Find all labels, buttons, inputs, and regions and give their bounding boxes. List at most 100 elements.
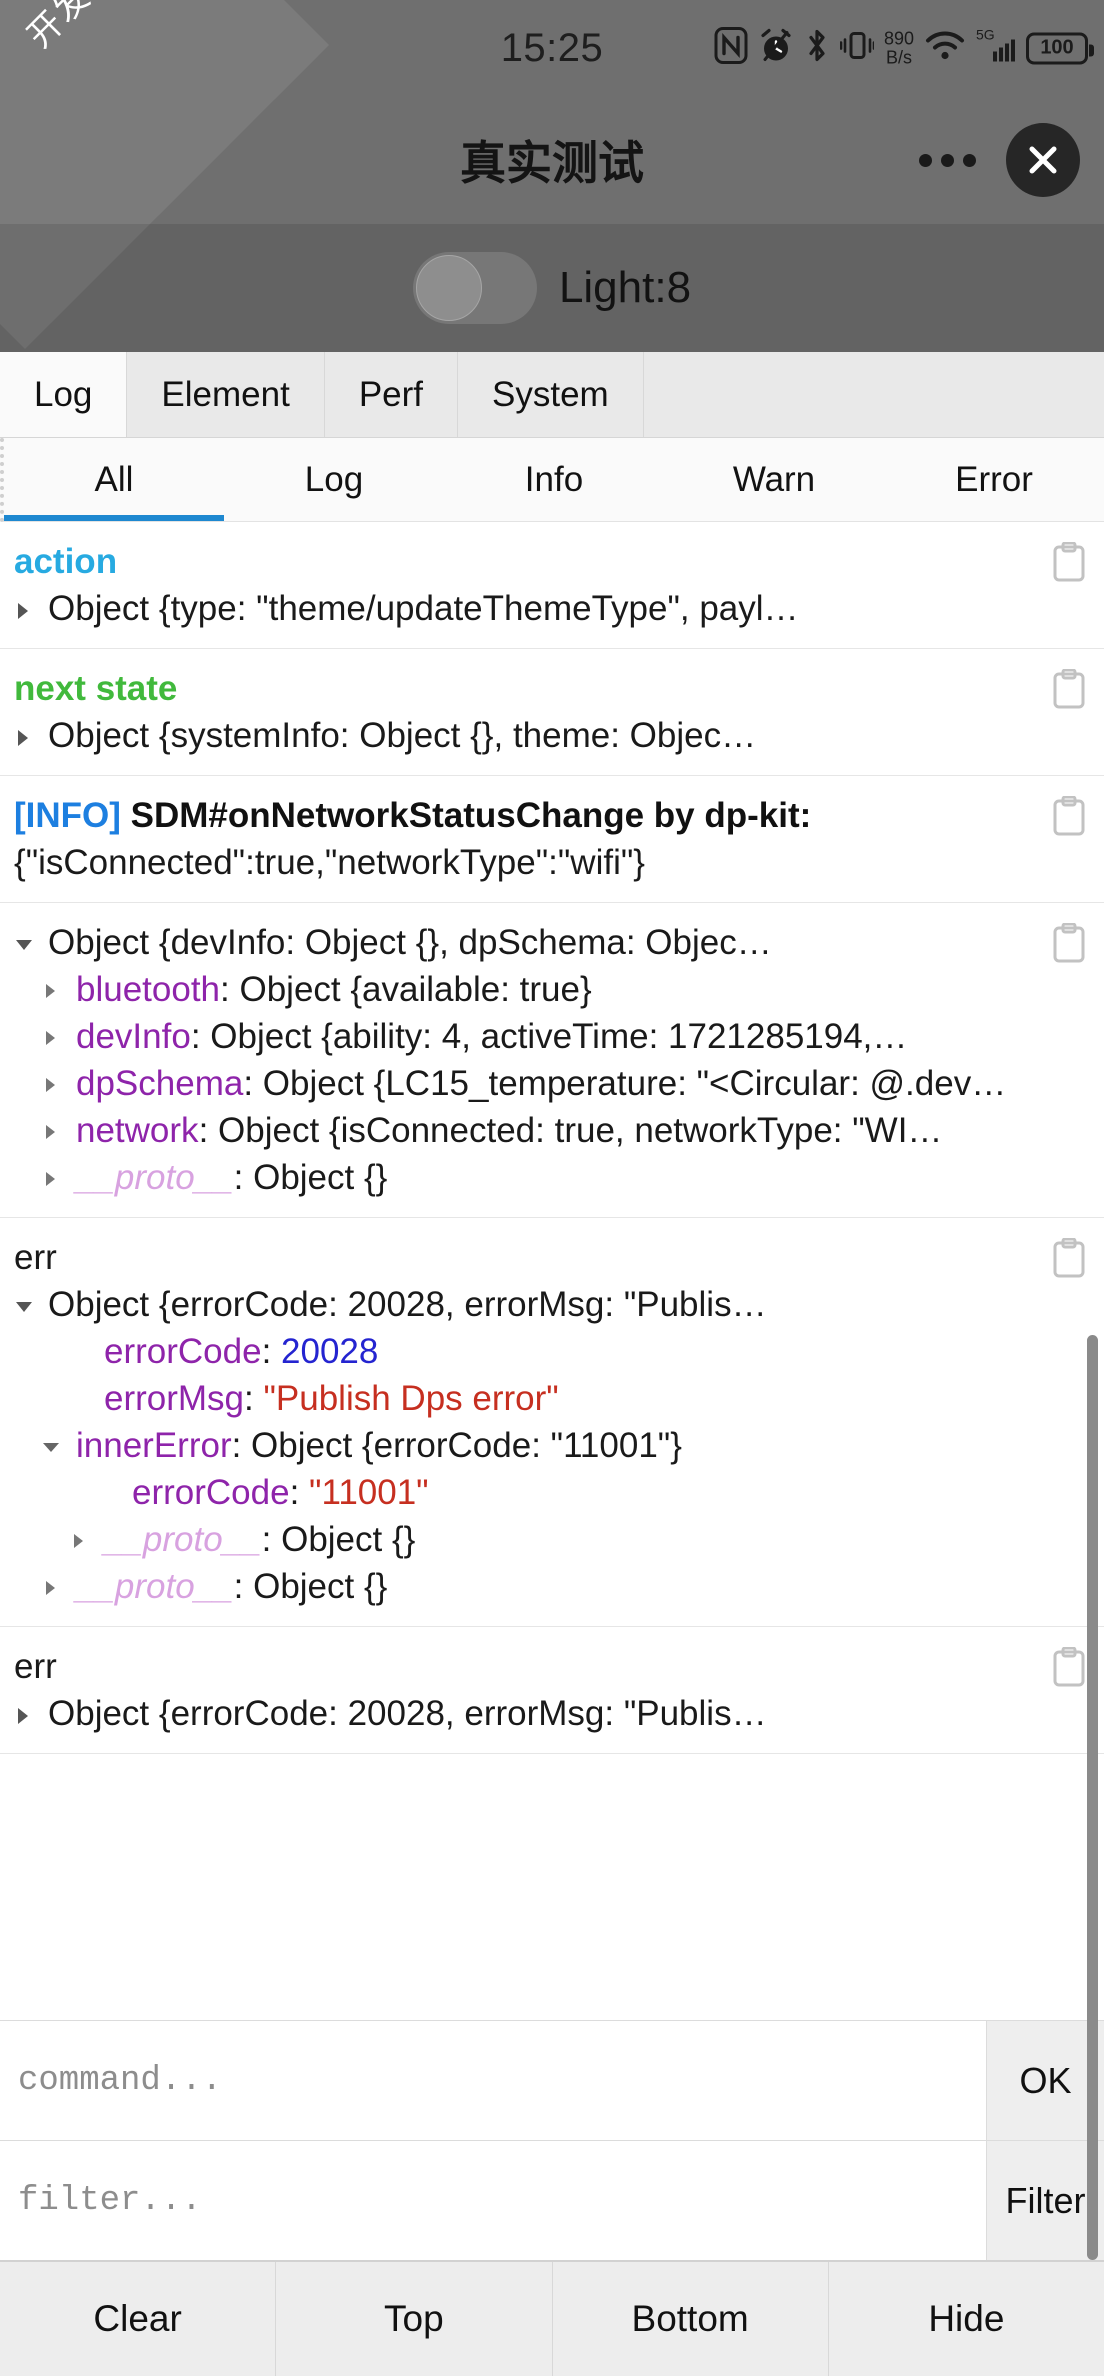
copy-clipboard-icon[interactable]	[1052, 668, 1086, 709]
tree-node-key: errorCode	[132, 1473, 290, 1512]
log-summary-row[interactable]: Object {errorCode: 20028, errorMsg: "Pub…	[14, 1690, 1030, 1737]
copy-clipboard-icon[interactable]	[1052, 541, 1086, 582]
tree-node[interactable]: devInfo: Object {ability: 4, activeTime:…	[14, 1013, 1030, 1060]
log-summary-row[interactable]: Object {devInfo: Object {}, dpSchema: Ob…	[14, 919, 1030, 966]
log-entry[interactable]: err Object {errorCode: 20028, errorMsg: …	[0, 1627, 1104, 1754]
expand-triangle-icon[interactable]	[42, 1579, 70, 1597]
collapse-triangle-icon[interactable]	[14, 1297, 42, 1317]
expand-triangle-icon[interactable]	[14, 601, 42, 621]
log-summary-text: Object {systemInfo: Object {}, theme: Ob…	[48, 716, 757, 755]
close-icon[interactable]	[1006, 123, 1080, 197]
command-input[interactable]	[0, 2021, 986, 2140]
filter-input[interactable]	[0, 2141, 986, 2260]
clear-button[interactable]: Clear	[0, 2262, 277, 2376]
tree-node-key: dpSchema	[76, 1064, 244, 1103]
tree-node[interactable]: __proto__: Object {}	[14, 1516, 1030, 1563]
info-log-line: [INFO] SDM#onNetworkStatusChange by dp-k…	[14, 792, 1030, 886]
level-tab-error[interactable]: Error	[884, 438, 1104, 521]
bottom-button[interactable]: Bottom	[553, 2262, 829, 2376]
bluetooth-icon	[804, 27, 830, 70]
expand-triangle-icon[interactable]	[42, 982, 70, 1000]
tree-node-value: "11001"	[309, 1473, 429, 1512]
log-entry[interactable]: Object {devInfo: Object {}, dpSchema: Ob…	[0, 903, 1104, 1218]
tab-element[interactable]: Element	[127, 352, 325, 437]
tree-node-value: : Object {}	[261, 1520, 416, 1559]
copy-clipboard-icon[interactable]	[1052, 1237, 1086, 1278]
tab-log[interactable]: Log	[0, 352, 128, 437]
filter-row: Filter	[0, 2140, 1104, 2260]
light-switch-toggle[interactable]	[412, 252, 537, 324]
info-message: SDM#onNetworkStatusChange by dp-kit:	[130, 796, 812, 835]
expand-triangle-icon[interactable]	[42, 1170, 70, 1188]
tree-node-key: __proto__	[104, 1520, 262, 1559]
log-summary-text: Object {type: "theme/updateThemeType", p…	[48, 589, 799, 628]
hide-button[interactable]: Hide	[829, 2262, 1104, 2376]
log-tag: action	[14, 542, 118, 581]
tree-node[interactable]: network: Object {isConnected: true, netw…	[14, 1107, 1030, 1154]
log-summary-text: Object {errorCode: 20028, errorMsg: "Pub…	[48, 1285, 767, 1324]
network-speed-icon: 890 B/s	[884, 29, 914, 67]
expand-triangle-icon[interactable]	[42, 1029, 70, 1047]
level-filter-bar: All Log Info Warn Error	[0, 438, 1104, 522]
collapse-triangle-icon[interactable]	[14, 935, 42, 955]
log-entry[interactable]: action Object {type: "theme/updateThemeT…	[0, 522, 1104, 649]
log-tag: err	[14, 1238, 57, 1277]
battery-icon: 100	[1026, 32, 1094, 64]
log-list[interactable]: action Object {type: "theme/updateThemeT…	[0, 522, 1104, 2020]
tree-node-separator: :	[289, 1473, 310, 1512]
panel-tab-bar: Log Element Perf System	[0, 352, 1104, 438]
network-speed-value: 890	[883, 28, 914, 48]
tree-node-key: __proto__	[76, 1158, 234, 1197]
expand-triangle-icon[interactable]	[42, 1076, 70, 1094]
tree-node[interactable]: bluetooth: Object {available: true}	[14, 966, 1030, 1013]
app-header: 开发版 15:25 890 B/s 5G 100 真实测试 Light:8	[0, 0, 1104, 352]
copy-clipboard-icon[interactable]	[1052, 795, 1086, 836]
log-entry[interactable]: next state Object {systemInfo: Object {}…	[0, 649, 1104, 776]
log-tag: next state	[14, 669, 178, 708]
tree-node-key: errorCode	[104, 1332, 262, 1371]
tree-node-value: "Publish Dps error"	[263, 1379, 559, 1418]
level-tab-all[interactable]: All	[4, 438, 224, 521]
tree-node: errorCode: "11001"	[14, 1469, 1030, 1516]
expand-triangle-icon[interactable]	[42, 1123, 70, 1141]
tree-node[interactable]: dpSchema: Object {LC15_temperature: "<Ci…	[14, 1060, 1030, 1107]
tab-perf[interactable]: Perf	[324, 352, 459, 437]
alarm-muted-icon	[758, 27, 794, 70]
more-dots-icon[interactable]	[919, 153, 976, 167]
level-tab-log[interactable]: Log	[224, 438, 444, 521]
level-tab-info[interactable]: Info	[444, 438, 664, 521]
tree-node-value: : Object {LC15_temperature: "<Circular: …	[243, 1064, 1007, 1103]
tree-node[interactable]: __proto__: Object {}	[14, 1154, 1030, 1201]
collapse-triangle-icon[interactable]	[42, 1438, 70, 1456]
vertical-scrollbar[interactable]	[1087, 1335, 1098, 2260]
copy-clipboard-icon[interactable]	[1052, 1646, 1086, 1687]
cellular-signal-icon: 5G	[976, 26, 1016, 71]
status-bar: 15:25 890 B/s 5G 100	[0, 0, 1104, 96]
tree-node[interactable]: innerError: Object {errorCode: "11001"}	[14, 1422, 1030, 1469]
page-title: 真实测试	[460, 136, 644, 190]
tree-node-value: : Object {available: true}	[220, 970, 592, 1009]
vibrate-icon	[839, 27, 876, 70]
log-summary-row[interactable]: Object {type: "theme/updateThemeType", p…	[14, 585, 1030, 632]
log-entry[interactable]: [INFO] SDM#onNetworkStatusChange by dp-k…	[0, 776, 1104, 903]
nav-actions	[919, 123, 1080, 197]
network-speed-unit: B/s	[885, 47, 912, 67]
log-summary-row[interactable]: Object {systemInfo: Object {}, theme: Ob…	[14, 712, 1030, 759]
copy-clipboard-icon[interactable]	[1052, 922, 1086, 963]
log-entry[interactable]: err Object {errorCode: 20028, errorMsg: …	[0, 1218, 1104, 1627]
command-row: OK	[0, 2020, 1104, 2140]
level-tab-warn[interactable]: Warn	[664, 438, 884, 521]
expand-triangle-icon[interactable]	[14, 728, 42, 748]
expand-triangle-icon[interactable]	[14, 1706, 42, 1726]
status-icon-tray: 890 B/s 5G 100	[714, 26, 1094, 71]
expand-triangle-icon[interactable]	[70, 1532, 98, 1550]
log-summary-row[interactable]: Object {errorCode: 20028, errorMsg: "Pub…	[14, 1281, 1030, 1328]
tree-node[interactable]: __proto__: Object {}	[14, 1563, 1030, 1610]
tree-node-separator: :	[244, 1379, 264, 1418]
nav-bar: 真实测试	[0, 96, 1104, 224]
tree-node-value: : Object {isConnected: true, networkType…	[198, 1111, 943, 1150]
top-button[interactable]: Top	[276, 2262, 553, 2376]
tree-node: errorCode: 20028	[14, 1328, 1030, 1375]
tab-system[interactable]: System	[458, 352, 644, 437]
device-control-row: Light:8	[0, 224, 1104, 352]
